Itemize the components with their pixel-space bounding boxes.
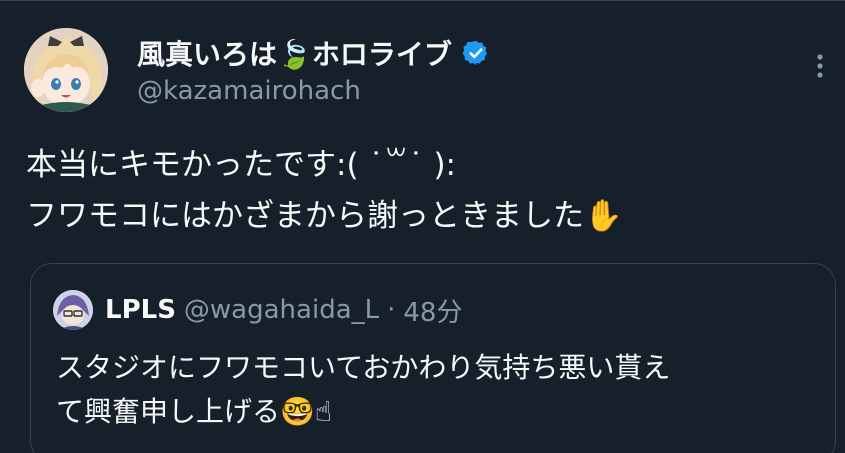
quoted-tweet-card[interactable]: LPLS @wagahaida_L · 48分 スタジオにフワモコいておかわり気…: [30, 263, 836, 453]
header-separator: ·: [387, 295, 396, 325]
top-divider: [0, 0, 845, 1]
quoted-tweet-timestamp[interactable]: 48分: [403, 292, 462, 329]
quoted-author-avatar[interactable]: [53, 290, 93, 330]
verified-badge-icon: [462, 39, 490, 67]
more-vertical-icon[interactable]: [808, 50, 832, 82]
tweet-text: 本当にキモかったです:( ˙꒳˙ ): フワモコにはかざまから謝っときました✋: [26, 140, 816, 242]
quoted-tweet-text: スタジオにフワモコいておかわり気持ち悪い貰え て興奮申し上げる🤓☝: [56, 346, 816, 434]
quoted-author-handle[interactable]: @wagahaida_L: [184, 295, 379, 325]
quoted-text-line: て興奮申し上げる🤓☝: [56, 395, 332, 428]
tweet-text-line: フワモコにはかざまから謝っときました✋: [26, 198, 623, 234]
quoted-tweet-header: LPLS @wagahaida_L · 48分: [53, 290, 462, 330]
author-display-name[interactable]: 風真いろは🍃ホロライブ: [137, 33, 452, 73]
quoted-author-display-name[interactable]: LPLS: [105, 295, 176, 325]
quoted-text-line: スタジオにフワモコいておかわり気持ち悪い貰え: [56, 351, 671, 384]
author-avatar[interactable]: [24, 28, 108, 112]
author-handle[interactable]: @kazamairohach: [137, 76, 361, 106]
author-name-row: 風真いろは🍃ホロライブ: [137, 34, 490, 72]
tweet-text-line: 本当にキモかったです:( ˙꒳˙ ):: [26, 147, 457, 183]
